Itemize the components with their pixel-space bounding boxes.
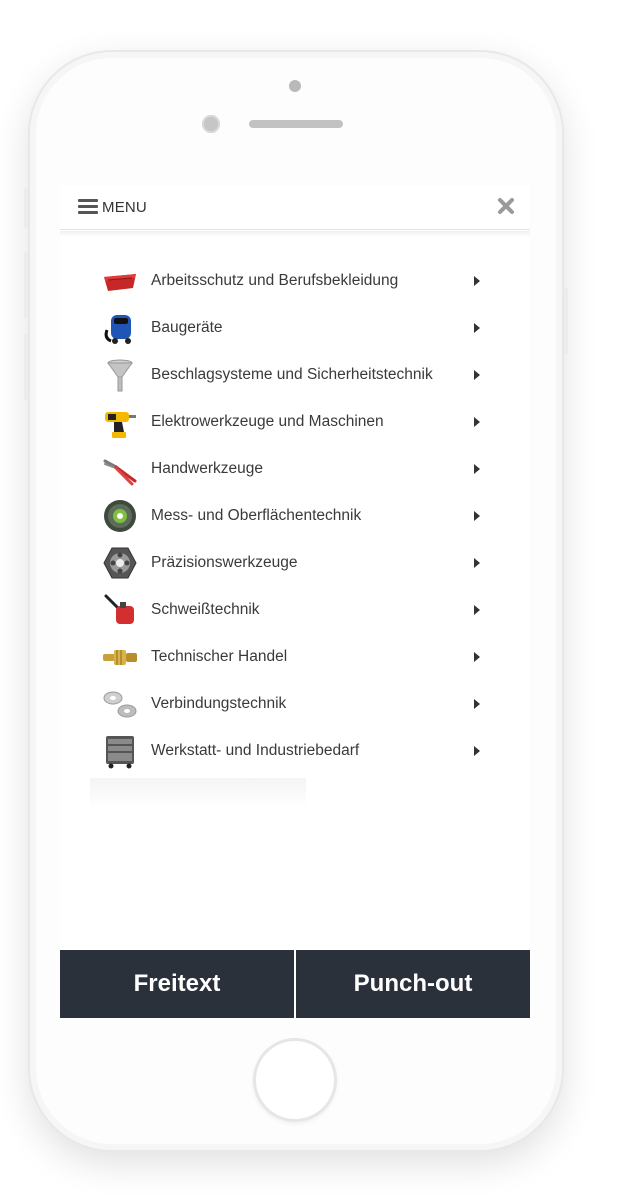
category-label: Beschlagsysteme und Sicherheitstechnik <box>151 366 433 383</box>
category-item[interactable]: Präzisionswerkzeuge <box>60 540 530 587</box>
category-label: Präzisionswerkzeuge <box>151 554 298 571</box>
caret-right-icon <box>474 699 480 709</box>
caret-right-icon <box>474 511 480 521</box>
menu-header: MENU <box>60 186 530 230</box>
caret-right-icon <box>474 464 480 474</box>
phone-side-button-volume-up <box>24 252 28 318</box>
die-nut-icon <box>103 547 137 579</box>
vacuum-machine-icon <box>104 315 131 344</box>
caret-right-icon <box>474 417 480 427</box>
home-button[interactable] <box>253 1038 337 1122</box>
front-sensor <box>202 115 220 133</box>
hamburger-icon[interactable] <box>78 199 98 215</box>
drill-icon <box>105 412 136 438</box>
list-end-shadow <box>90 778 306 808</box>
category-item[interactable]: Werkstatt- und Industriebedarf <box>60 728 530 775</box>
freitext-button[interactable]: Freitext <box>60 950 294 1018</box>
category-label: Schweißtechnik <box>151 601 260 618</box>
category-label: Handwerkzeuge <box>151 460 264 477</box>
caret-right-icon <box>474 370 480 380</box>
funnel-icon <box>107 359 133 392</box>
category-item[interactable]: Arbeitsschutz und Berufsbekleidung <box>60 258 530 305</box>
category-item[interactable]: Mess- und Oberflächentechnik <box>60 493 530 540</box>
category-label: Technischer Handel <box>151 648 288 665</box>
toolbox-tray-icon <box>104 274 136 291</box>
washer-icon <box>103 691 137 718</box>
bottom-action-bar: Freitext Punch-out <box>60 950 530 1018</box>
tool-cart-icon <box>106 736 134 769</box>
category-item[interactable]: Elektrowerkzeuge und Maschinen <box>60 399 530 446</box>
category-label: Elektrowerkzeuge und Maschinen <box>151 413 384 430</box>
pliers-icon <box>103 459 137 486</box>
category-item[interactable]: Verbindungstechnik <box>60 681 530 728</box>
category-label: Arbeitsschutz und Berufsbekleidung <box>151 272 399 289</box>
caret-right-icon <box>474 605 480 615</box>
category-item[interactable]: Technischer Handel <box>60 634 530 681</box>
category-label: Mess- und Oberflächentechnik <box>151 507 362 524</box>
caret-right-icon <box>474 276 480 286</box>
category-item[interactable]: Schweißtechnik <box>60 587 530 634</box>
category-label: Baugeräte <box>151 319 223 336</box>
welding-torch-icon <box>104 594 134 624</box>
category-label: Verbindungstechnik <box>151 695 287 712</box>
caret-right-icon <box>474 558 480 568</box>
category-label: Werkstatt- und Industriebedarf <box>151 742 360 759</box>
caret-right-icon <box>474 652 480 662</box>
punch-out-button[interactable]: Punch-out <box>294 950 530 1018</box>
phone-side-button-mute <box>24 188 28 228</box>
phone-side-button-power <box>564 288 568 354</box>
phone-screen: MENU Arbeitsschutz und Berufsbekleidung … <box>60 186 530 1018</box>
hose-coupling-icon <box>103 650 137 665</box>
category-list: Arbeitsschutz und Berufsbekleidung Bauge… <box>60 258 530 775</box>
phone-side-button-volume-down <box>24 334 28 400</box>
category-item[interactable]: Handwerkzeuge <box>60 446 530 493</box>
menu-label[interactable]: MENU <box>102 199 147 216</box>
category-item[interactable]: Beschlagsysteme und Sicherheitstechnik <box>60 352 530 399</box>
category-item[interactable]: Baugeräte <box>60 305 530 352</box>
caret-right-icon <box>474 746 480 756</box>
earpiece-speaker <box>249 120 343 128</box>
grinding-disc-icon <box>104 500 136 532</box>
menu-header-divider <box>60 231 530 237</box>
caret-right-icon <box>474 323 480 333</box>
close-icon[interactable] <box>496 196 516 216</box>
front-camera <box>289 80 301 92</box>
